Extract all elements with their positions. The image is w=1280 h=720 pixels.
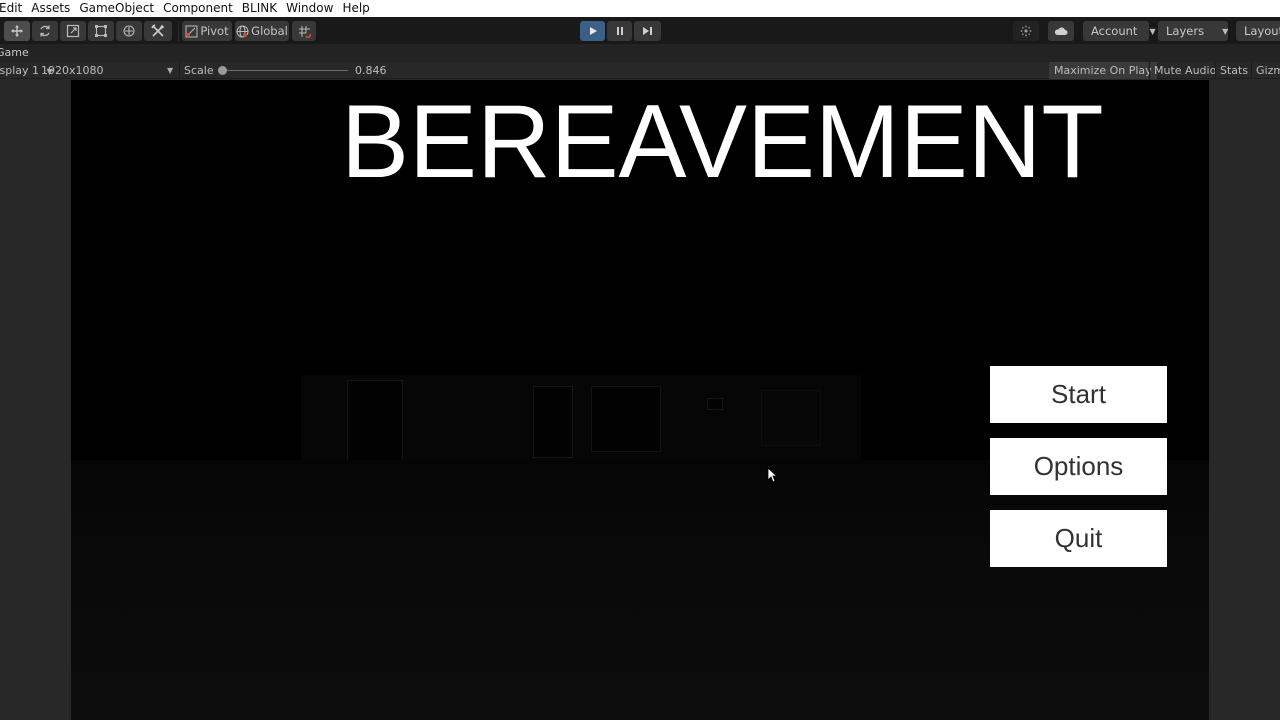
account-label: Account bbox=[1091, 24, 1138, 38]
menu-help[interactable]: Help bbox=[337, 0, 373, 17]
scene-door bbox=[533, 386, 573, 458]
menu-bar: Edit Assets GameObject Component BLINK W… bbox=[0, 0, 1280, 17]
layout-label: Layout bbox=[1244, 24, 1280, 38]
global-label: Global bbox=[251, 24, 288, 38]
scene-panel bbox=[761, 390, 821, 446]
display-label: Display 1 bbox=[0, 64, 40, 77]
layout-dropdown[interactable]: Layout bbox=[1236, 21, 1280, 41]
chevron-down-icon: ▼ bbox=[167, 66, 174, 75]
globe-icon bbox=[236, 25, 249, 37]
grid-snap-icon bbox=[298, 25, 311, 38]
resolution-dropdown[interactable]: 1920x1080 ▼ bbox=[41, 62, 177, 79]
tools-icon bbox=[151, 24, 165, 37]
scale-value: 0.846 bbox=[355, 64, 387, 77]
pause-icon bbox=[616, 27, 623, 35]
menu-blink[interactable]: BLINK bbox=[237, 0, 281, 17]
main-toolbar: Pivot Global Account ▼ Layers ▼ Layout bbox=[0, 17, 1280, 44]
options-button[interactable]: Options bbox=[990, 438, 1167, 495]
chevron-down-icon: ▼ bbox=[1149, 26, 1156, 36]
menu-edit[interactable]: Edit bbox=[0, 0, 26, 17]
menu-window[interactable]: Window bbox=[281, 0, 337, 17]
game-view[interactable]: BEREAVEMENT Start Options Quit bbox=[71, 80, 1209, 720]
scene-sign bbox=[707, 398, 723, 410]
rotate-icon bbox=[40, 25, 50, 37]
pivot-icon bbox=[185, 25, 198, 37]
scene-window bbox=[591, 386, 661, 452]
mouse-cursor-icon bbox=[767, 467, 777, 483]
quit-button[interactable]: Quit bbox=[990, 510, 1167, 567]
scale-slider-thumb[interactable] bbox=[218, 66, 227, 75]
services-icon bbox=[1020, 25, 1032, 37]
layers-label: Layers bbox=[1166, 24, 1205, 38]
cloud-icon bbox=[1054, 27, 1068, 35]
maximize-on-play-toggle[interactable]: Maximize On Play bbox=[1049, 62, 1157, 79]
play-icon bbox=[589, 27, 597, 35]
gizmos-toggle[interactable]: Gizmos bbox=[1251, 62, 1280, 79]
rect-tool-button[interactable] bbox=[88, 21, 114, 41]
game-view-toolbar: Display 1 ▼ 1920x1080 ▼ Scale 0.846 Maxi… bbox=[0, 62, 1280, 79]
transform-icon bbox=[123, 25, 135, 37]
services-button[interactable] bbox=[1013, 21, 1039, 41]
mute-audio-toggle[interactable]: Mute Audio bbox=[1149, 62, 1221, 79]
rect-icon bbox=[95, 25, 107, 37]
cloud-button[interactable] bbox=[1048, 21, 1074, 41]
layers-dropdown[interactable]: Layers ▼ bbox=[1158, 21, 1228, 41]
pivot-toggle[interactable]: Pivot bbox=[182, 21, 232, 41]
scale-slider-track[interactable] bbox=[222, 70, 348, 71]
custom-tool-button[interactable] bbox=[144, 21, 172, 41]
menu-assets[interactable]: Assets bbox=[26, 0, 74, 17]
grid-snap-toggle[interactable] bbox=[292, 21, 316, 41]
game-title: BEREAVEMENT bbox=[341, 84, 1104, 200]
play-button[interactable] bbox=[580, 21, 605, 41]
step-button[interactable] bbox=[634, 21, 661, 41]
scene-door bbox=[347, 380, 403, 464]
pause-button[interactable] bbox=[607, 21, 632, 41]
scale-label: Scale bbox=[184, 64, 214, 77]
move-icon bbox=[11, 25, 23, 37]
global-toggle[interactable]: Global bbox=[235, 21, 289, 41]
rotate-tool-button[interactable] bbox=[32, 21, 58, 41]
chevron-down-icon: ▼ bbox=[1222, 26, 1229, 36]
menu-gameobject[interactable]: GameObject bbox=[74, 0, 158, 17]
move-tool-button[interactable] bbox=[4, 21, 30, 41]
pivot-label: Pivot bbox=[200, 24, 229, 38]
scene-floor bbox=[71, 460, 1209, 720]
step-icon bbox=[643, 27, 652, 35]
resolution-label: 1920x1080 bbox=[41, 64, 104, 77]
start-button[interactable]: Start bbox=[990, 366, 1167, 423]
scale-tool-button[interactable] bbox=[60, 21, 86, 41]
stats-toggle[interactable]: Stats bbox=[1215, 62, 1253, 79]
tab-row: Game bbox=[0, 44, 1280, 62]
scale-icon bbox=[66, 24, 80, 38]
account-dropdown[interactable]: Account ▼ bbox=[1083, 21, 1156, 41]
menu-component[interactable]: Component bbox=[158, 0, 237, 17]
tab-game[interactable]: Game bbox=[0, 44, 33, 62]
transform-tool-button[interactable] bbox=[116, 21, 142, 41]
